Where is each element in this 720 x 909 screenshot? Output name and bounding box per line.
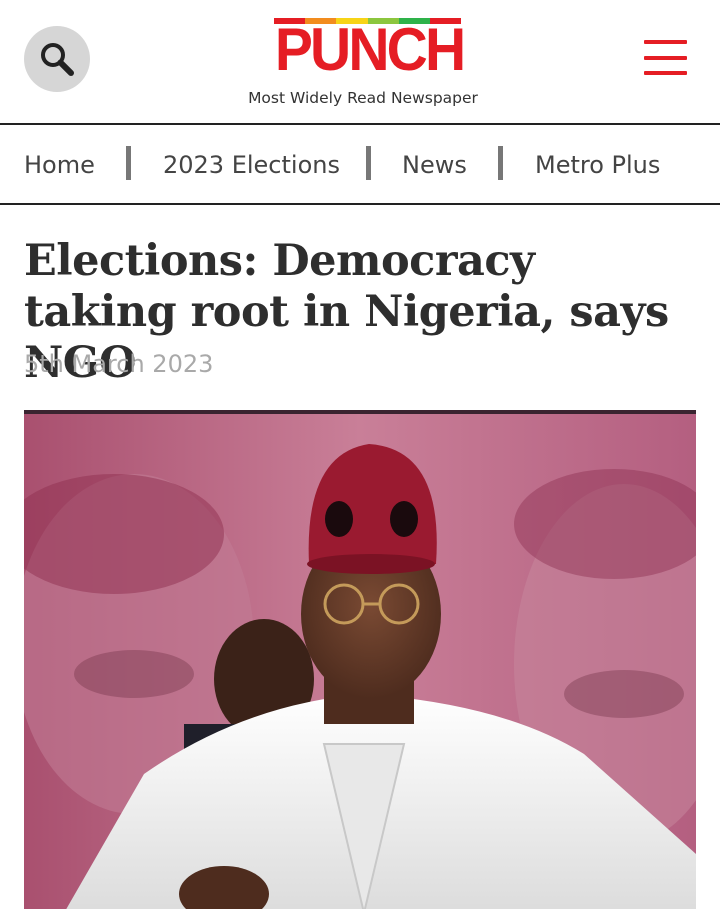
nav-item-news[interactable]: News [402, 147, 467, 183]
nav-item-2023-elections[interactable]: 2023 Elections [163, 147, 340, 183]
nav-divider [366, 146, 371, 180]
search-button[interactable] [24, 26, 90, 92]
menu-button[interactable] [644, 40, 688, 76]
hamburger-menu-icon [644, 40, 687, 44]
search-icon [41, 43, 74, 76]
logo-text: PUNCH [274, 16, 466, 83]
nav-divider [498, 146, 503, 180]
site-header: PUNCH Most Widely Read Newspaper [0, 0, 720, 125]
nav-divider [126, 146, 131, 180]
punch-logo[interactable]: PUNCH Most Widely Read Newspaper [230, 14, 496, 114]
article-photo-illustration [24, 414, 696, 909]
nav-item-metro-plus[interactable]: Metro Plus [535, 147, 660, 183]
nav-item-home[interactable]: Home [24, 147, 95, 183]
main-nav: Home 2023 Elections News Metro Plus [0, 125, 720, 205]
tagline: Most Widely Read Newspaper [248, 89, 478, 107]
article-photo [24, 410, 696, 909]
article-date: 5th March 2023 [24, 350, 214, 378]
